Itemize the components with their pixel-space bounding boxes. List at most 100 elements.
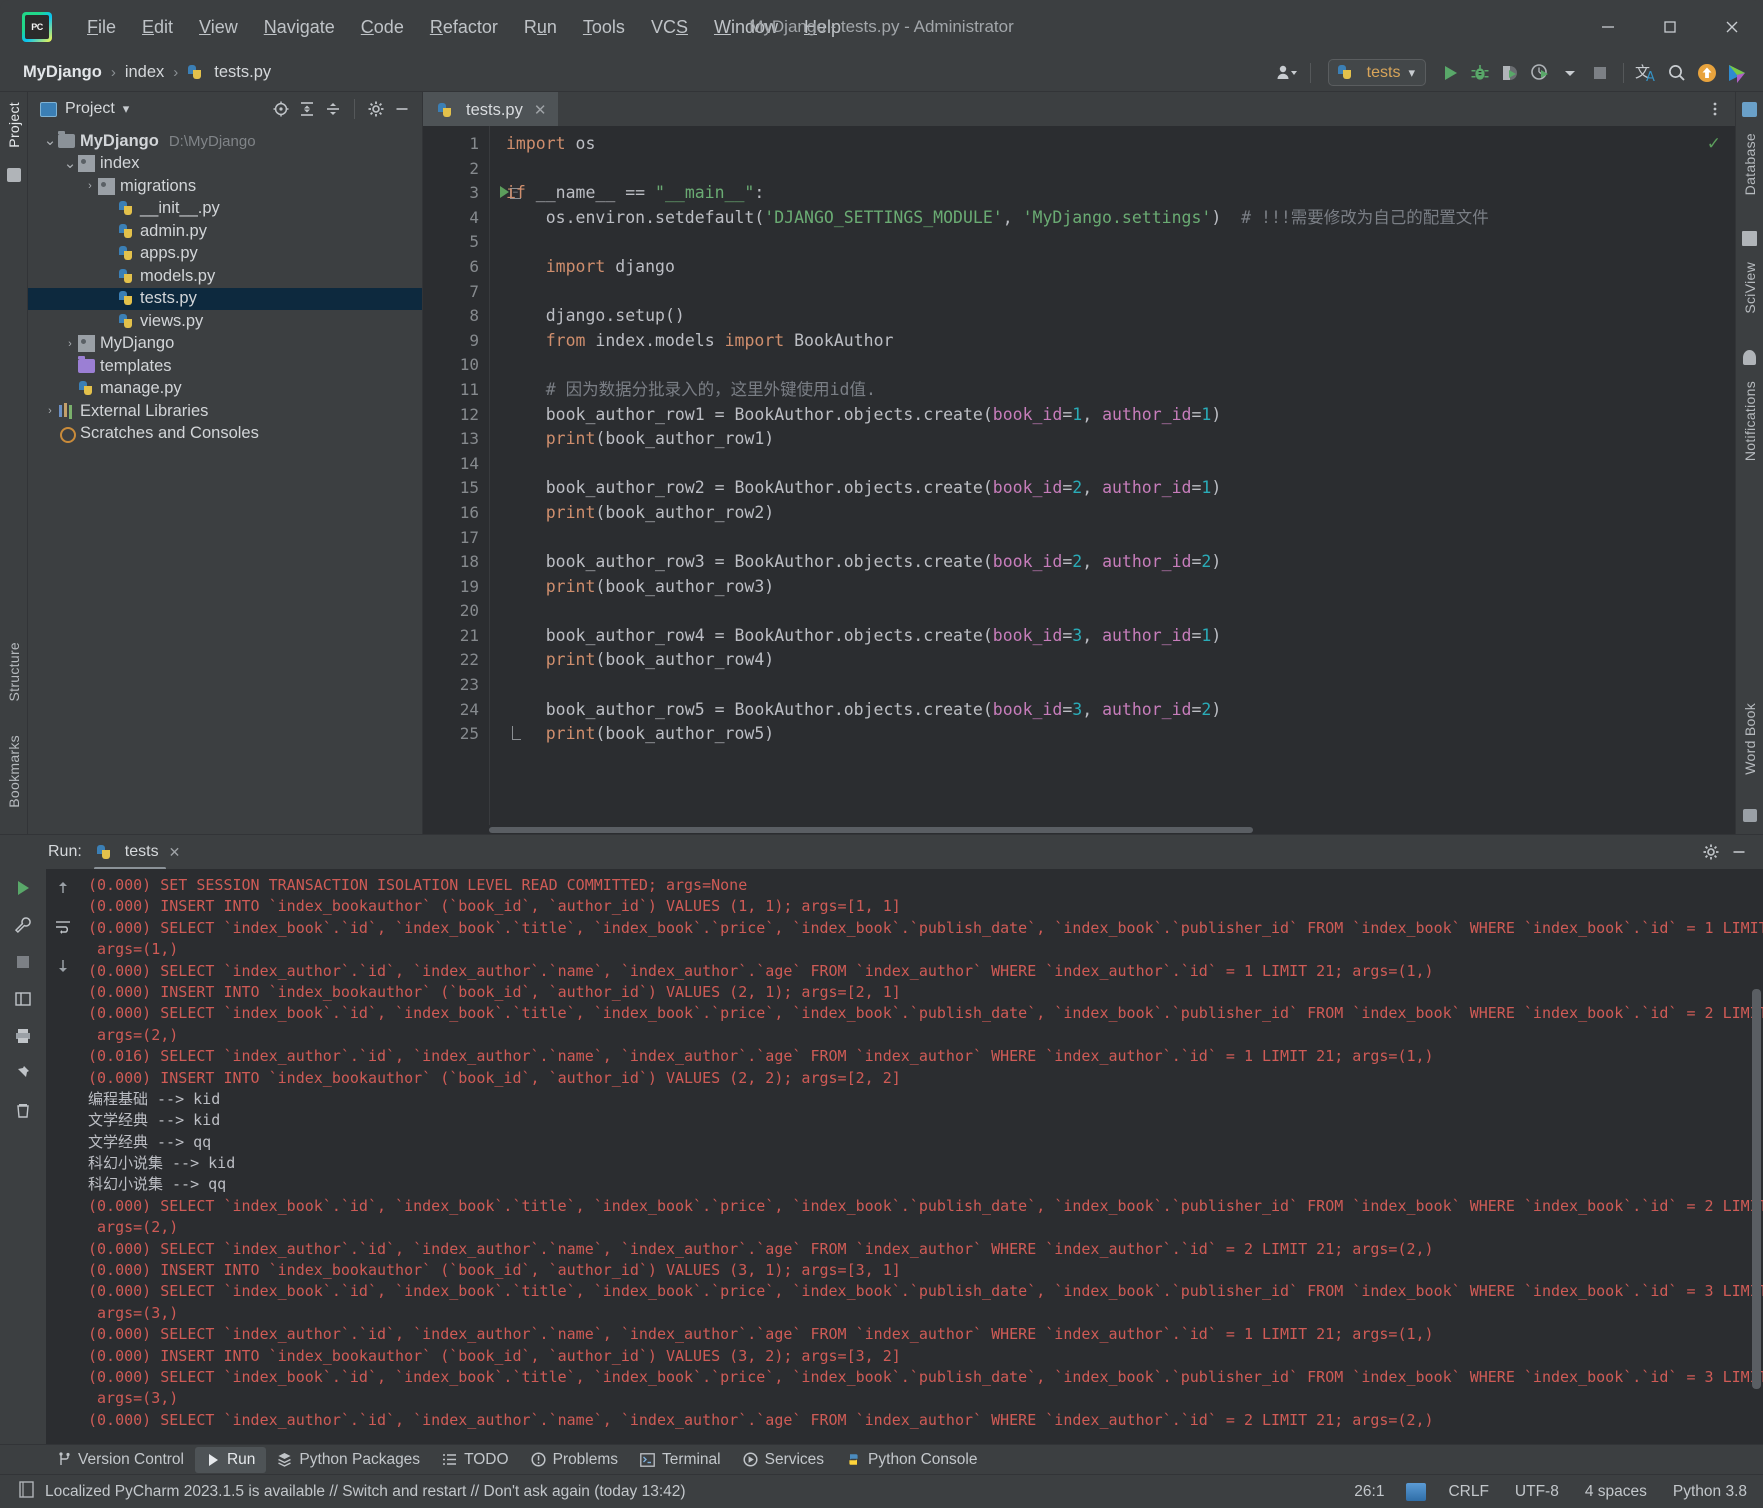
close-icon[interactable]: ✕ — [169, 844, 181, 861]
file-encoding[interactable]: UTF-8 — [1511, 1481, 1563, 1503]
translate-icon[interactable]: 文 A — [1633, 59, 1661, 87]
rail-item-project[interactable]: Project — [6, 102, 22, 148]
gutter-line-9[interactable]: 9 — [423, 329, 489, 354]
code-line-6[interactable]: import django — [506, 255, 1735, 280]
gear-icon[interactable] — [1699, 840, 1723, 864]
code-line-1[interactable]: import os — [506, 132, 1735, 157]
gutter-line-2[interactable]: 2 — [423, 157, 489, 182]
rail-item-database[interactable]: Database — [1742, 133, 1758, 195]
gutter-line-19[interactable]: 19 — [423, 575, 489, 600]
gutter-line-18[interactable]: 18 — [423, 550, 489, 575]
close-button[interactable] — [1701, 0, 1763, 54]
scroll-up-icon[interactable] — [49, 875, 77, 901]
rerun-icon[interactable] — [9, 875, 37, 901]
stop-icon[interactable] — [9, 949, 37, 975]
database-icon[interactable] — [1406, 1482, 1427, 1501]
more-vertical-icon[interactable] — [1703, 97, 1727, 121]
stop-icon[interactable] — [1586, 59, 1614, 87]
close-icon[interactable]: ✕ — [534, 101, 547, 119]
gutter-line-11[interactable]: 11 — [423, 378, 489, 403]
code-line-9[interactable]: from index.models import BookAuthor — [506, 329, 1735, 354]
gutter-line-24[interactable]: 24 — [423, 698, 489, 723]
collapse-all-icon[interactable] — [321, 97, 345, 121]
tree-item-index[interactable]: ⌄ index — [28, 153, 422, 176]
menu-window[interactable]: Window — [701, 13, 791, 42]
run-icon[interactable] — [1436, 59, 1464, 87]
tool-window-problems[interactable]: Problems — [520, 1447, 629, 1473]
breadcrumb-folder[interactable]: index — [120, 61, 169, 84]
code-line-20[interactable] — [506, 599, 1735, 624]
code-line-24[interactable]: book_author_row5 = BookAuthor.objects.cr… — [506, 698, 1735, 723]
tree-item-manage-py[interactable]: manage.py — [28, 378, 422, 401]
editor-gutter[interactable]: 1 2 3−4 5 6 7 8 9 10 11 12 13 14 15 16 17 18 19 20 21 22 23 24… — [423, 126, 521, 834]
debug-icon[interactable] — [1466, 59, 1494, 87]
rail-item-sciview[interactable]: SciView — [1742, 262, 1758, 314]
inspection-status-icon[interactable]: ✓ — [1707, 134, 1721, 154]
pin-icon[interactable] — [9, 1060, 37, 1086]
gutter-line-25[interactable]: 25 — [423, 722, 521, 747]
editor-horizontal-scrollbar[interactable] — [489, 825, 1721, 834]
gutter-line-6[interactable]: 6 — [423, 255, 489, 280]
gutter-line-7[interactable]: 7 — [423, 280, 489, 305]
gutter-line-22[interactable]: 22 — [423, 648, 489, 673]
code-line-2[interactable] — [506, 157, 1735, 182]
code-line-12[interactable]: book_author_row1 = BookAuthor.objects.cr… — [506, 403, 1735, 428]
chevron-right-icon[interactable]: › — [82, 180, 98, 192]
tree-item-models-py[interactable]: models.py — [28, 265, 422, 288]
menu-code[interactable]: Code — [348, 13, 417, 42]
code-line-5[interactable] — [506, 230, 1735, 255]
menu-vcs[interactable]: VCS — [638, 13, 701, 42]
run-session-tab[interactable]: tests ✕ — [92, 841, 185, 870]
code-line-19[interactable]: print(book_author_row3) — [506, 575, 1735, 600]
tree-item-views-py[interactable]: views.py — [28, 310, 422, 333]
code-line-7[interactable] — [506, 280, 1735, 305]
tree-item-mydjango[interactable]: ⌄ MyDjango D:\MyDjango — [28, 130, 422, 153]
menu-edit[interactable]: Edit — [129, 13, 186, 42]
soft-wrap-icon[interactable] — [49, 914, 77, 940]
menu-refactor[interactable]: Refactor — [417, 13, 511, 42]
coverage-icon[interactable] — [1496, 59, 1524, 87]
tool-window-python-console[interactable]: Python Console — [835, 1447, 988, 1473]
caret-position[interactable]: 26:1 — [1350, 1481, 1388, 1503]
gutter-line-10[interactable]: 10 — [423, 353, 489, 378]
gutter-line-15[interactable]: 15 — [423, 476, 489, 501]
menu-run[interactable]: Run — [511, 13, 570, 42]
breadcrumb-project[interactable]: MyDjango — [18, 61, 107, 84]
rail-item-notifications[interactable]: Notifications — [1742, 381, 1758, 461]
wrench-icon[interactable] — [9, 912, 37, 938]
code-line-11[interactable]: # 因为数据分批录入的，这里外键使用id值. — [506, 378, 1735, 403]
account-icon[interactable] — [1273, 59, 1301, 87]
search-everywhere-icon[interactable] — [1663, 59, 1691, 87]
code-line-17[interactable] — [506, 526, 1735, 551]
indent-setting[interactable]: 4 spaces — [1581, 1481, 1651, 1503]
hide-panel-icon[interactable] — [1727, 840, 1751, 864]
gutter-line-16[interactable]: 16 — [423, 501, 489, 526]
chevron-right-icon[interactable]: › — [42, 405, 58, 417]
ide-feature-icon[interactable] — [1723, 59, 1751, 87]
scroll-to-end-icon[interactable] — [49, 953, 77, 979]
minimize-button[interactable] — [1577, 0, 1639, 54]
menu-view[interactable]: View — [186, 13, 251, 42]
gutter-line-20[interactable]: 20 — [423, 599, 489, 624]
code-line-10[interactable] — [506, 353, 1735, 378]
tool-window-run[interactable]: Run — [194, 1446, 267, 1473]
code-line-4[interactable]: os.environ.setdefault('DJANGO_SETTINGS_M… — [506, 206, 1735, 231]
code-line-21[interactable]: book_author_row4 = BookAuthor.objects.cr… — [506, 624, 1735, 649]
gutter-line-1[interactable]: 1 — [423, 132, 489, 157]
code-line-18[interactable]: book_author_row3 = BookAuthor.objects.cr… — [506, 550, 1735, 575]
chevron-down-icon[interactable]: ⌄ — [42, 133, 58, 148]
code-line-3[interactable]: if __name__ == "__main__": — [506, 181, 1735, 206]
code-line-22[interactable]: print(book_author_row4) — [506, 648, 1735, 673]
gutter-line-12[interactable]: 12 — [423, 403, 489, 428]
menu-help[interactable]: Help — [791, 13, 854, 42]
more-dropdown-icon[interactable] — [1556, 59, 1584, 87]
gutter-line-21[interactable]: 21 — [423, 624, 489, 649]
code-line-14[interactable] — [506, 452, 1735, 477]
gutter-line-17[interactable]: 17 — [423, 526, 489, 551]
menu-navigate[interactable]: Navigate — [251, 13, 348, 42]
code-line-25[interactable]: print(book_author_row5) — [506, 722, 1735, 747]
tree-item-mydjango[interactable]: › MyDjango — [28, 333, 422, 356]
tree-item-apps-py[interactable]: apps.py — [28, 243, 422, 266]
rail-item-structure[interactable]: Structure — [6, 642, 22, 702]
locate-icon[interactable] — [269, 97, 293, 121]
